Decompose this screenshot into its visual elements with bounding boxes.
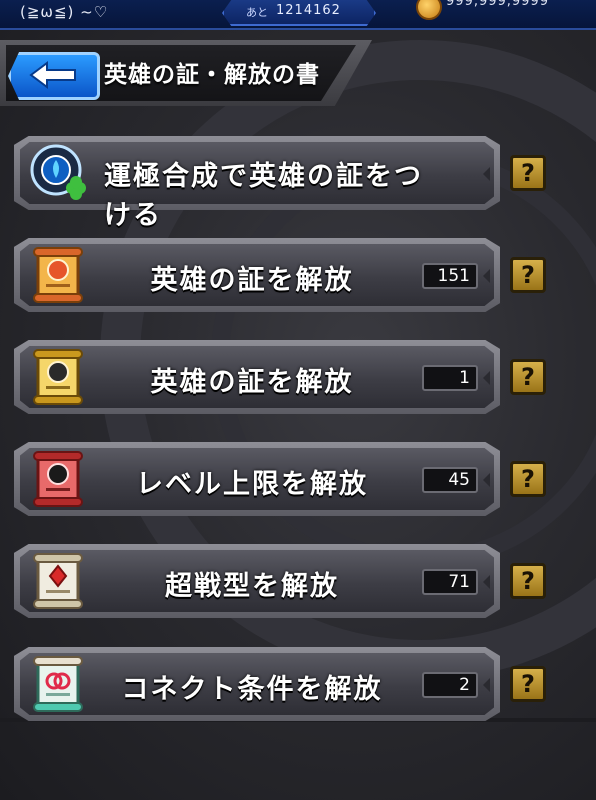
help-button[interactable]: ?: [510, 666, 546, 702]
menu-row-label: 英雄の証を解放: [150, 265, 354, 296]
row-notch: [483, 167, 490, 181]
menu-row-label: 運極合成で英雄の証をつける: [104, 161, 423, 231]
help-button[interactable]: ?: [510, 461, 546, 497]
row-notch: [483, 575, 490, 589]
back-arrow-icon: [29, 61, 76, 89]
scroll-red-icon: [33, 451, 83, 507]
help-button[interactable]: ?: [510, 155, 546, 191]
item-count: 151: [422, 263, 478, 289]
menu-row-label: レベル上限を解放: [136, 469, 368, 500]
menu-row-connect-release[interactable]: コネクト条件を解放 2: [14, 647, 500, 721]
menu-row-label: 英雄の証を解放: [150, 367, 354, 398]
exp-remaining-box: あと 1214162: [222, 0, 376, 26]
help-button[interactable]: ?: [510, 563, 546, 599]
page-title: 英雄の証・解放の書: [104, 62, 320, 88]
coin-icon: [416, 0, 442, 20]
back-button[interactable]: [8, 52, 100, 100]
status-bar: (≧ω≦) ~♡ あと 1214162 999,999,9999: [0, 0, 596, 30]
exp-value: 1214162: [276, 3, 341, 18]
item-count: 2: [422, 672, 478, 698]
coin-value: 999,999,9999: [446, 0, 549, 9]
menu-row-hero-release-151[interactable]: 英雄の証を解放 151: [14, 238, 500, 312]
row-notch: [483, 371, 490, 385]
menu-row-luck-fusion[interactable]: 運極合成で英雄の証をつける: [14, 136, 500, 231]
menu-row-label: 超戦型を解放: [165, 571, 339, 602]
row-notch: [483, 473, 490, 487]
item-count: 45: [422, 467, 478, 493]
item-count: 1: [422, 365, 478, 391]
exp-label: あと: [246, 6, 268, 19]
menu-row-label: コネクト条件を解放: [121, 674, 383, 705]
row-notch: [483, 269, 490, 283]
menu-row-hero-release-1[interactable]: 英雄の証を解放 1: [14, 340, 500, 414]
page-header: 英雄の証・解放の書: [0, 40, 372, 106]
row-notch: [483, 678, 490, 692]
scroll-orange-icon: [33, 247, 83, 303]
menu-row-super-battle-release[interactable]: 超戦型を解放 71: [14, 544, 500, 618]
luck-clover-icon: [30, 144, 86, 200]
item-count: 71: [422, 569, 478, 595]
scroll-white-icon: [33, 553, 83, 609]
player-name: (≧ω≦) ~♡: [20, 3, 109, 21]
scroll-gold-icon: [33, 349, 83, 405]
help-button[interactable]: ?: [510, 359, 546, 395]
help-button[interactable]: ?: [510, 257, 546, 293]
scroll-teal-icon: [33, 656, 83, 712]
menu-row-level-cap-release[interactable]: レベル上限を解放 45: [14, 442, 500, 516]
